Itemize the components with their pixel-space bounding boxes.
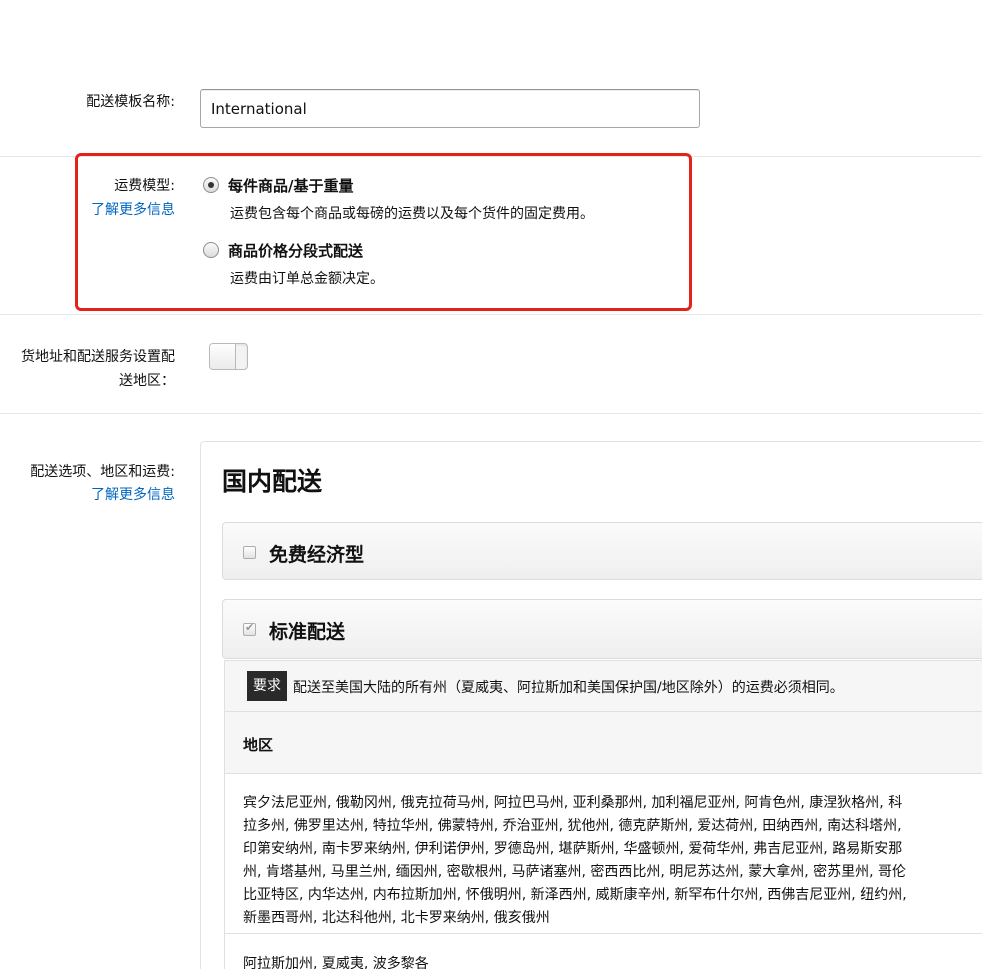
- region-column-header: 地区: [224, 712, 982, 774]
- states-line: 新墨西哥州, 北达科他州, 北卡罗来纳州, 俄亥俄州: [243, 910, 550, 926]
- ship-from-label-line1: 货地址和配送服务设置配: [21, 349, 175, 365]
- free-economy-title: 免费经济型: [269, 544, 365, 566]
- states-line: 州, 肯塔基州, 马里兰州, 缅因州, 密歇根州, 马萨诸塞州, 密西西比州, …: [243, 864, 907, 880]
- divider: [0, 413, 982, 414]
- divider: [0, 314, 982, 315]
- standard-shipping-title: 标准配送: [269, 621, 346, 643]
- ship-from-toggle[interactable]: [209, 343, 248, 370]
- shipping-model-highlight-box: [75, 153, 692, 311]
- toggle-knob: [210, 344, 236, 369]
- ship-from-label-line2: 送地区：: [119, 373, 175, 389]
- shipping-options-label: 配送选项、地区和运费:: [30, 464, 175, 480]
- requirement-text: 配送至美国大陆的所有州（夏威夷、阿拉斯加和美国保护国/地区除外）的运费必须相同。: [293, 680, 844, 696]
- contiguous-states-cell: 宾夕法尼亚州, 俄勒冈州, 俄克拉荷马州, 阿拉巴马州, 亚利桑那州, 加利福尼…: [224, 774, 982, 934]
- states-line: 宾夕法尼亚州, 俄勒冈州, 俄克拉荷马州, 阿拉巴马州, 亚利桑那州, 加利福尼…: [243, 795, 903, 811]
- states-line: 印第安纳州, 南卡罗来纳州, 伊利诺伊州, 罗德岛州, 堪萨斯州, 华盛顿州, …: [243, 841, 903, 857]
- free-economy-checkbox[interactable]: [243, 546, 256, 559]
- non-contiguous-region-text: 阿拉斯加州, 夏威夷, 波多黎各: [243, 956, 429, 969]
- region-header-label: 地区: [243, 736, 274, 754]
- template-name-label: 配送模板名称:: [86, 94, 175, 110]
- standard-shipping-checkbox[interactable]: [243, 621, 256, 636]
- shipping-options-learn-more-link[interactable]: 了解更多信息: [20, 483, 175, 507]
- domestic-shipping-title: 国内配送: [222, 467, 323, 496]
- template-name-input[interactable]: [200, 89, 700, 128]
- table-left-border: [224, 660, 225, 969]
- states-line: 比亚特区, 内华达州, 内布拉斯加州, 怀俄明州, 新泽西州, 威斯康辛州, 新…: [243, 887, 907, 903]
- states-line: 拉多州, 佛罗里达州, 特拉华州, 佛蒙特州, 乔治亚州, 犹他州, 德克萨斯州…: [243, 818, 902, 834]
- requirement-badge: 要求: [247, 671, 287, 701]
